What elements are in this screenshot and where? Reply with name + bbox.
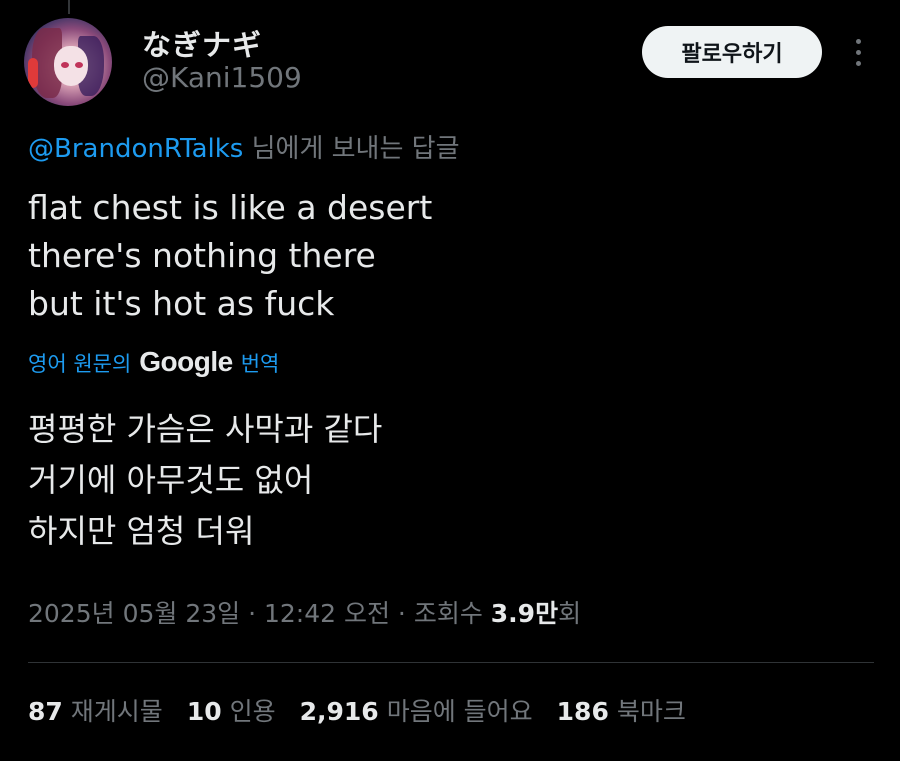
- tweet-line: there's nothing there: [28, 236, 376, 275]
- reply-mention-link[interactable]: @BrandonRTalks: [28, 134, 243, 164]
- post-date[interactable]: 2025년 05월 23일: [28, 599, 240, 628]
- bookmarks-label: 북마크: [616, 697, 686, 726]
- avatar-face: [54, 46, 88, 86]
- quotes-count: 10: [186, 697, 222, 726]
- bookmarks-count: 186: [556, 697, 609, 726]
- translated-body: 평평한 가슴은 사막과 같다 거기에 아무것도 없어 하지만 엄청 더워: [28, 404, 382, 557]
- quotes-label: 인용: [229, 697, 276, 726]
- translated-line: 평평한 가슴은 사막과 같다: [28, 410, 383, 448]
- translation-prefix: 영어 원문의: [28, 352, 132, 376]
- engagement-stats: 87 재게시물 10 인용 2,916 마음에 들어요 186 북마크: [28, 692, 686, 728]
- tweet-metadata: 2025년 05월 23일 · 12:42 오전 · 조회수 3.9만회: [28, 594, 581, 630]
- thread-connector-line: [68, 0, 70, 14]
- avatar-eye-left: [61, 62, 69, 68]
- reposts-stat[interactable]: 87 재게시물: [28, 692, 163, 728]
- reply-context-suffix: 님에게 보내는 답글: [243, 134, 460, 164]
- dot: [855, 38, 861, 44]
- tweet-body: flat chest is like a desert there's noth…: [28, 184, 432, 328]
- translated-line: 거기에 아무것도 없어: [28, 461, 314, 499]
- bookmarks-stat[interactable]: 186 북마크: [557, 692, 686, 728]
- translation-suffix: 번역: [240, 352, 280, 376]
- avatar-eye-right: [75, 62, 83, 68]
- google-logo: Google: [139, 346, 233, 377]
- follow-button[interactable]: 팔로우하기: [642, 26, 822, 78]
- likes-label: 마음에 들어요: [386, 697, 533, 726]
- meta-separator: ·: [240, 599, 264, 628]
- avatar[interactable]: [24, 18, 112, 106]
- views-label: 조회수: [413, 599, 491, 628]
- author-display-name[interactable]: なぎナギ: [142, 22, 262, 64]
- translated-line: 하지만 엄청 더워: [28, 512, 255, 550]
- divider: [28, 662, 874, 663]
- quotes-stat[interactable]: 10 인용: [187, 692, 276, 728]
- meta-separator: ·: [389, 599, 414, 628]
- views-count: 3.9만: [490, 599, 559, 628]
- tweet-line: but it's hot as fuck: [28, 284, 335, 323]
- post-time[interactable]: 12:42 오전: [264, 599, 390, 628]
- more-options-icon[interactable]: [840, 34, 876, 70]
- translation-attribution[interactable]: 영어 원문의 Google 번역: [28, 346, 279, 378]
- dot: [855, 49, 861, 55]
- reposts-count: 87: [28, 697, 63, 726]
- likes-stat[interactable]: 2,916 마음에 들어요: [300, 692, 533, 728]
- author-handle[interactable]: @Kani1509: [142, 61, 302, 94]
- views-suffix: 회: [558, 599, 582, 628]
- tweet-line: flat chest is like a desert: [28, 188, 433, 227]
- reply-context: @BrandonRTalks 님에게 보내는 답글: [28, 128, 460, 165]
- dot: [855, 60, 861, 66]
- avatar-accent: [28, 58, 38, 88]
- likes-count: 2,916: [299, 697, 379, 726]
- reposts-label: 재게시물: [70, 697, 163, 726]
